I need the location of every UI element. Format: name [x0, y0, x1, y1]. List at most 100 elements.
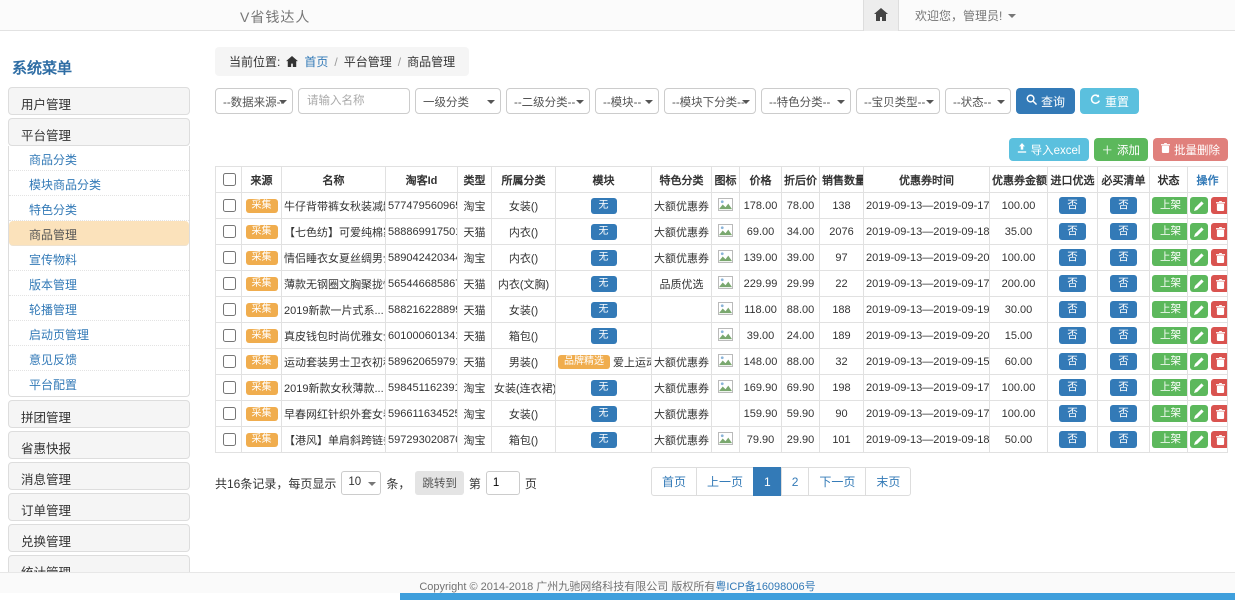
edit-button[interactable]	[1190, 379, 1208, 396]
filter-select-module-subcategory[interactable]: --模块下分类--	[664, 88, 756, 114]
status-button[interactable]: 上架	[1152, 379, 1188, 396]
search-button[interactable]: 查询	[1016, 88, 1075, 114]
edit-button[interactable]	[1190, 353, 1208, 370]
import-select-toggle[interactable]: 否	[1059, 431, 1086, 448]
name-search-input[interactable]	[298, 88, 410, 114]
delete-button[interactable]	[1211, 327, 1228, 344]
delete-button[interactable]	[1211, 223, 1228, 240]
import-select-toggle[interactable]: 否	[1059, 223, 1086, 240]
page-button[interactable]: 上一页	[696, 467, 754, 496]
filter-select-status[interactable]: --状态--	[945, 88, 1011, 114]
delete-button[interactable]	[1211, 353, 1228, 370]
delete-button[interactable]	[1211, 379, 1228, 396]
sidebar-item[interactable]: 平台配置	[9, 371, 189, 396]
edit-button[interactable]	[1190, 301, 1208, 318]
icp-link[interactable]: 粤ICP备16098006号	[715, 581, 815, 593]
must-buy-toggle[interactable]: 否	[1110, 431, 1137, 448]
import-select-toggle[interactable]: 否	[1059, 275, 1086, 292]
edit-button[interactable]	[1190, 197, 1208, 214]
must-buy-toggle[interactable]: 否	[1110, 379, 1137, 396]
sidebar-item[interactable]: 意见反馈	[9, 346, 189, 371]
sidebar-group[interactable]: 拼团管理	[8, 400, 190, 428]
sidebar-item[interactable]: 商品管理	[9, 221, 189, 246]
import-select-toggle[interactable]: 否	[1059, 197, 1086, 214]
delete-button[interactable]	[1211, 249, 1228, 266]
delete-button[interactable]	[1211, 431, 1228, 448]
sidebar-item[interactable]: 模块商品分类	[9, 171, 189, 196]
sidebar-item[interactable]: 启动页管理	[9, 321, 189, 346]
page-button[interactable]: 1	[753, 467, 782, 496]
sidebar-group[interactable]: 平台管理	[8, 118, 190, 146]
per-page-select[interactable]: 10	[341, 471, 381, 495]
status-button[interactable]: 上架	[1152, 223, 1188, 240]
row-checkbox[interactable]	[223, 251, 236, 264]
must-buy-toggle[interactable]: 否	[1110, 353, 1137, 370]
filter-select-data-source[interactable]: --数据来源--	[215, 88, 293, 114]
sidebar-group[interactable]: 省惠快报	[8, 431, 190, 459]
status-button[interactable]: 上架	[1152, 197, 1188, 214]
delete-button[interactable]	[1211, 301, 1228, 318]
must-buy-toggle[interactable]: 否	[1110, 405, 1137, 422]
status-button[interactable]: 上架	[1152, 275, 1188, 292]
import-select-toggle[interactable]: 否	[1059, 405, 1086, 422]
row-checkbox[interactable]	[223, 225, 236, 238]
sidebar-group[interactable]: 用户管理	[8, 87, 190, 115]
status-button[interactable]: 上架	[1152, 405, 1188, 422]
row-checkbox[interactable]	[223, 407, 236, 420]
import-select-toggle[interactable]: 否	[1059, 249, 1086, 266]
reset-button[interactable]: 重置	[1080, 88, 1139, 114]
status-button[interactable]: 上架	[1152, 327, 1188, 344]
filter-select-module[interactable]: --模块--	[595, 88, 659, 114]
row-checkbox[interactable]	[223, 433, 236, 446]
status-button[interactable]: 上架	[1152, 353, 1188, 370]
status-button[interactable]: 上架	[1152, 431, 1188, 448]
row-checkbox[interactable]	[223, 355, 236, 368]
must-buy-toggle[interactable]: 否	[1110, 327, 1137, 344]
status-button[interactable]: 上架	[1152, 301, 1188, 318]
sidebar-item[interactable]: 宣传物料	[9, 246, 189, 271]
import-select-toggle[interactable]: 否	[1059, 327, 1086, 344]
must-buy-toggle[interactable]: 否	[1110, 223, 1137, 240]
edit-button[interactable]	[1190, 431, 1208, 448]
must-buy-toggle[interactable]: 否	[1110, 249, 1137, 266]
breadcrumb-home-link[interactable]: 首页	[304, 53, 328, 70]
delete-button[interactable]	[1211, 197, 1228, 214]
sidebar-item[interactable]: 版本管理	[9, 271, 189, 296]
sidebar-item[interactable]: 轮播管理	[9, 296, 189, 321]
filter-select-feature-category[interactable]: --特色分类--	[761, 88, 851, 114]
jump-button[interactable]: 跳转到	[415, 471, 464, 495]
row-checkbox[interactable]	[223, 329, 236, 342]
home-button[interactable]	[863, 0, 899, 31]
must-buy-toggle[interactable]: 否	[1110, 301, 1137, 318]
edit-button[interactable]	[1190, 249, 1208, 266]
page-button[interactable]: 下一页	[808, 467, 866, 496]
import-select-toggle[interactable]: 否	[1059, 301, 1086, 318]
filter-select-level1-category[interactable]: 一级分类	[415, 88, 501, 114]
sidebar-item[interactable]: 商品分类	[9, 146, 189, 171]
jump-page-input[interactable]	[486, 471, 520, 495]
edit-button[interactable]	[1190, 405, 1208, 422]
edit-button[interactable]	[1190, 275, 1208, 292]
edit-button[interactable]	[1190, 327, 1208, 344]
add-button[interactable]: ＋ 添加	[1094, 138, 1149, 161]
must-buy-toggle[interactable]: 否	[1110, 275, 1137, 292]
filter-select-level2-category[interactable]: --二级分类--	[506, 88, 590, 114]
sidebar-item[interactable]: 特色分类	[9, 196, 189, 221]
import-select-toggle[interactable]: 否	[1059, 379, 1086, 396]
sidebar-group[interactable]: 兑换管理	[8, 524, 190, 552]
status-button[interactable]: 上架	[1152, 249, 1188, 266]
must-buy-toggle[interactable]: 否	[1110, 197, 1137, 214]
page-button[interactable]: 首页	[651, 467, 697, 496]
row-checkbox[interactable]	[223, 381, 236, 394]
sidebar-group[interactable]: 消息管理	[8, 462, 190, 490]
sidebar-group[interactable]: 订单管理	[8, 493, 190, 521]
filter-select-item-type[interactable]: --宝贝类型--	[856, 88, 940, 114]
batch-delete-button[interactable]: 批量删除	[1153, 138, 1228, 161]
delete-button[interactable]	[1211, 405, 1228, 422]
row-checkbox[interactable]	[223, 199, 236, 212]
row-checkbox[interactable]	[223, 303, 236, 316]
select-all-checkbox[interactable]	[223, 173, 236, 186]
row-checkbox[interactable]	[223, 277, 236, 290]
import-excel-button[interactable]: 导入excel	[1009, 138, 1089, 161]
page-button[interactable]: 2	[781, 467, 810, 496]
